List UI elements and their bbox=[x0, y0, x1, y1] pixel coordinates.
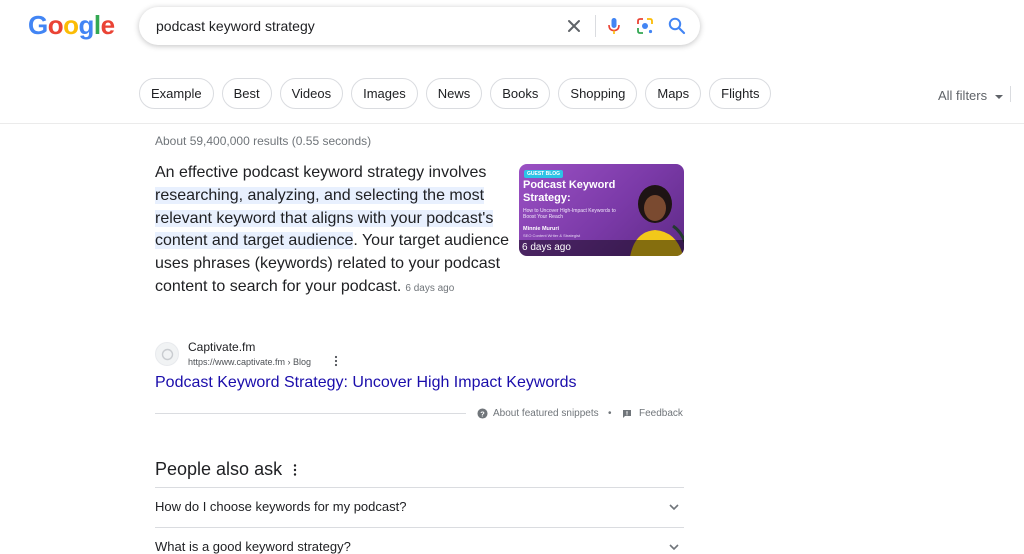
result-stats: About 59,400,000 results (0.55 seconds) bbox=[155, 134, 372, 148]
chip-images[interactable]: Images bbox=[351, 78, 418, 109]
search-icon[interactable] bbox=[667, 16, 687, 36]
about-featured-snippets-label: About featured snippets bbox=[493, 408, 599, 419]
toolbar-divider bbox=[1010, 86, 1011, 102]
chip-books[interactable]: Books bbox=[490, 78, 551, 109]
svg-text:?: ? bbox=[480, 409, 485, 418]
search-input[interactable]: podcast keyword strategy bbox=[156, 18, 315, 34]
logo-letter: G bbox=[28, 10, 48, 40]
people-also-ask-title: People also ask bbox=[155, 459, 283, 479]
paa-divider bbox=[155, 487, 684, 488]
chip-example[interactable]: Example bbox=[139, 78, 214, 109]
thumbnail-title: Podcast Keyword Strategy: bbox=[523, 179, 616, 204]
feedback-button[interactable]: Feedback bbox=[622, 408, 683, 419]
result-url[interactable]: https://www.captivate.fm › Blog bbox=[188, 357, 311, 367]
chip-best[interactable]: Best bbox=[221, 78, 272, 109]
thumbnail-subtitle: How to Uncover High-Impact Keywords to B… bbox=[523, 208, 616, 220]
thumbnail-tag: GUEST BLOG bbox=[524, 170, 564, 178]
logo-letter: o bbox=[63, 10, 79, 40]
paa-question[interactable]: How do I choose keywords for my podcast? bbox=[155, 499, 406, 514]
snippet-divider bbox=[155, 413, 466, 414]
site-favicon[interactable] bbox=[155, 342, 179, 366]
chip-flights[interactable]: Flights bbox=[709, 78, 772, 109]
help-icon: ? bbox=[477, 408, 488, 419]
logo-letter: e bbox=[100, 10, 115, 40]
featured-thumbnail[interactable]: GUEST BLOG Podcast Keyword Strategy: How… bbox=[519, 164, 684, 256]
all-filters-button[interactable]: All filters bbox=[938, 88, 1004, 103]
snippet-date: 6 days ago bbox=[405, 282, 455, 294]
header-divider bbox=[0, 123, 1024, 124]
snippet-text-start: An effective podcast keyword strategy in… bbox=[155, 164, 487, 181]
google-logo[interactable]: Google bbox=[28, 10, 115, 41]
kebab-icon[interactable] bbox=[333, 355, 339, 367]
thumbnail-date: 6 days ago bbox=[522, 242, 571, 253]
all-filters-label: All filters bbox=[938, 88, 988, 103]
featured-snippet-text: An effective podcast keyword strategy in… bbox=[155, 162, 515, 301]
thumbnail-author: Minnie Mururi bbox=[523, 226, 560, 232]
feedback-icon bbox=[623, 409, 631, 418]
mic-icon[interactable] bbox=[604, 16, 624, 36]
captivate-logo-icon bbox=[161, 348, 174, 361]
search-divider bbox=[595, 15, 596, 37]
search-filter-chips: Example Best Videos Images News Books Shopping… bbox=[139, 78, 772, 111]
chip-videos[interactable]: Videos bbox=[279, 78, 344, 109]
logo-letter: o bbox=[47, 10, 64, 40]
paa-divider bbox=[155, 527, 684, 528]
logo-letter: l bbox=[93, 10, 101, 40]
chevron-down-icon bbox=[995, 94, 1004, 99]
paa-question[interactable]: What is a good keyword strategy? bbox=[155, 539, 351, 554]
footer-separator: • bbox=[608, 408, 612, 419]
chip-news[interactable]: News bbox=[425, 78, 483, 109]
search-box[interactable]: podcast keyword strategy bbox=[139, 7, 700, 45]
chip-shopping[interactable]: Shopping bbox=[558, 78, 638, 109]
about-featured-snippets[interactable]: ? About featured snippets bbox=[477, 408, 599, 419]
logo-letter: g bbox=[78, 10, 95, 40]
chip-maps[interactable]: Maps bbox=[645, 78, 702, 109]
chevron-down-icon[interactable] bbox=[667, 500, 681, 514]
result-title-link[interactable]: Podcast Keyword Strategy: Uncover High I… bbox=[155, 374, 577, 392]
clear-icon[interactable] bbox=[565, 17, 583, 35]
thumbnail-role: SEO Content Writer & Strategist bbox=[523, 233, 581, 238]
result-site-name[interactable]: Captivate.fm bbox=[188, 340, 255, 354]
feedback-label: Feedback bbox=[639, 408, 683, 419]
lens-icon[interactable] bbox=[635, 16, 655, 36]
kebab-icon[interactable] bbox=[292, 463, 298, 477]
chevron-down-icon[interactable] bbox=[667, 540, 681, 554]
